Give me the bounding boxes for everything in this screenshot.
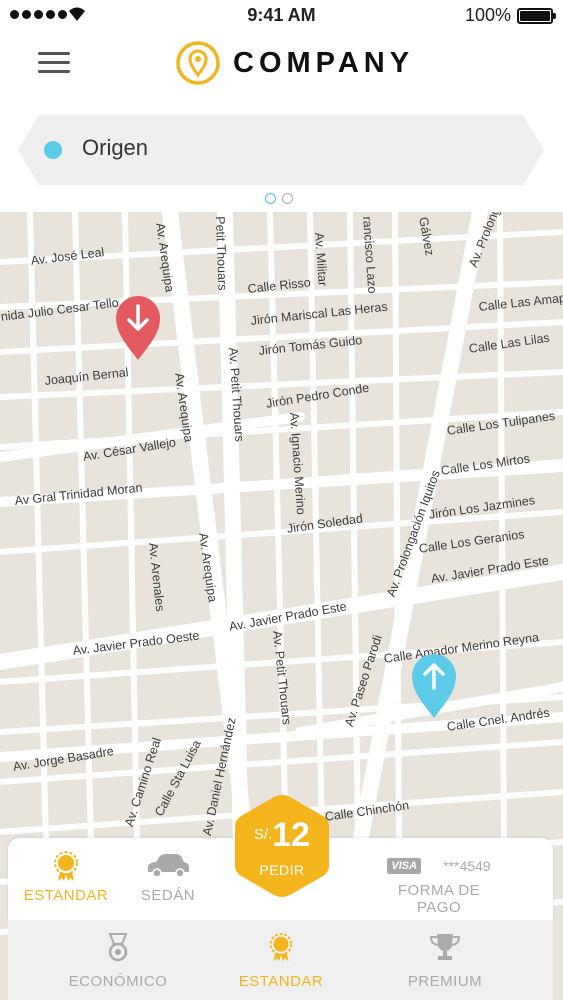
- tier-economico-label: ECONÓMICO: [68, 973, 168, 990]
- location-pin-logo-icon: [176, 41, 220, 85]
- car-icon: [148, 854, 189, 878]
- status-bar: 9:41 AM 100%: [0, 0, 563, 32]
- dropoff-pin-icon[interactable]: [114, 294, 162, 362]
- page-indicator: [265, 193, 293, 204]
- trophy-icon: [429, 934, 461, 960]
- payment-label: FORMA DE PAGO: [397, 882, 481, 916]
- page-dot-active[interactable]: [265, 193, 276, 204]
- option-sedan[interactable]: SEDÁN: [128, 850, 208, 904]
- pedir-button[interactable]: S/.12 PEDIR: [232, 792, 332, 900]
- tier-estandar-label: ESTANDAR: [238, 973, 324, 990]
- origin-field[interactable]: [18, 115, 544, 185]
- brand-name: COMPANY: [233, 46, 415, 79]
- pickup-pin-icon[interactable]: [410, 652, 458, 720]
- tier-selector: ECONÓMICO ESTANDAR PREMIUM: [8, 920, 553, 1000]
- origin-input[interactable]: [82, 135, 482, 161]
- tier-economico[interactable]: ECONÓMICO: [53, 932, 183, 990]
- option-sedan-label: SEDÁN: [140, 887, 196, 904]
- app-header: COMPANY: [0, 32, 563, 98]
- medal-icon: [269, 932, 293, 962]
- tier-estandar[interactable]: ESTANDAR: [216, 932, 346, 990]
- pedir-label: PEDIR: [259, 862, 305, 878]
- origin-dot-icon: [44, 141, 62, 159]
- medal-icon: [54, 851, 78, 881]
- option-estandar-label: ESTANDAR: [23, 887, 109, 904]
- menu-icon[interactable]: [38, 52, 70, 76]
- brand: COMPANY: [175, 40, 414, 86]
- page-dot[interactable]: [282, 193, 293, 204]
- card-number: ***4549: [443, 858, 491, 874]
- payment-method[interactable]: VISA ***4549 FORMA DE PAGO: [374, 850, 504, 916]
- option-estandar[interactable]: ESTANDAR: [22, 850, 110, 904]
- street-label: Petit Thouars: [213, 216, 230, 291]
- battery-icon: [517, 8, 556, 24]
- price: S/.12: [232, 816, 332, 855]
- price-currency: S/.: [253, 826, 273, 843]
- tier-premium[interactable]: PREMIUM: [380, 932, 510, 990]
- visa-card-icon: VISA: [387, 858, 422, 874]
- battery-percentage: 100%: [464, 5, 511, 25]
- tier-medal-icon: [108, 933, 128, 962]
- price-amount: 12: [272, 816, 311, 854]
- tier-premium-label: PREMIUM: [407, 973, 483, 990]
